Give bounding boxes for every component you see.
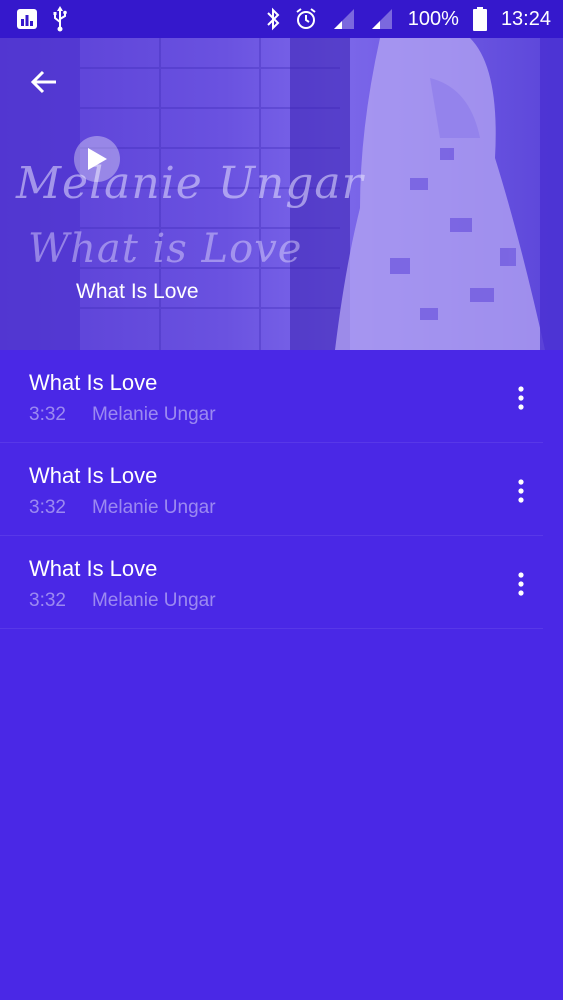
song-artist: Melanie Ungar bbox=[91, 590, 216, 611]
album-art-album-text: What is Love bbox=[28, 226, 303, 272]
status-bar-right: 100% 13:24 bbox=[266, 7, 551, 31]
song-meta: 3:32 Melanie Ungar bbox=[29, 404, 216, 426]
back-button[interactable] bbox=[26, 64, 62, 100]
clock: 13:24 bbox=[500, 8, 551, 30]
song-title: What Is Love bbox=[29, 556, 158, 581]
more-vert-icon bbox=[518, 572, 524, 596]
album-header: Melanie Ungar What is Love What Is Love bbox=[0, 38, 563, 350]
play-icon bbox=[88, 148, 107, 170]
song-duration: 3:32 bbox=[29, 497, 66, 518]
song-title: What Is Love bbox=[29, 463, 158, 488]
song-list-item[interactable]: What Is Love 3:32 Melanie Ungar bbox=[0, 350, 543, 443]
song-duration: 3:32 bbox=[29, 404, 66, 425]
song-artist: Melanie Ungar bbox=[91, 497, 216, 518]
song-duration: 3:32 bbox=[29, 590, 66, 611]
song-meta: 3:32 Melanie Ungar bbox=[29, 590, 216, 612]
song-list: What Is Love 3:32 Melanie Ungar What Is … bbox=[0, 350, 563, 629]
signal-icon bbox=[370, 8, 394, 30]
song-title: What Is Love bbox=[29, 370, 158, 395]
song-list-item[interactable]: What Is Love 3:32 Melanie Ungar bbox=[0, 536, 543, 629]
more-options-button[interactable] bbox=[503, 380, 539, 416]
album-art-artist-text: Melanie Ungar bbox=[16, 158, 364, 209]
status-bar-left bbox=[16, 6, 68, 32]
more-options-button[interactable] bbox=[503, 473, 539, 509]
stats-icon bbox=[16, 8, 38, 30]
battery-icon bbox=[472, 7, 487, 31]
alarm-icon bbox=[294, 7, 318, 31]
battery-percent: 100% bbox=[407, 8, 459, 30]
status-bar: 100% 13:24 bbox=[0, 0, 563, 38]
song-artist: Melanie Ungar bbox=[91, 404, 216, 425]
more-vert-icon bbox=[518, 386, 524, 410]
arrow-left-icon bbox=[30, 70, 56, 94]
signal-icon bbox=[332, 8, 356, 30]
song-list-item[interactable]: What Is Love 3:32 Melanie Ungar bbox=[0, 443, 543, 536]
usb-icon bbox=[52, 6, 68, 32]
album-title: What Is Love bbox=[76, 280, 199, 303]
song-meta: 3:32 Melanie Ungar bbox=[29, 497, 216, 519]
more-options-button[interactable] bbox=[503, 566, 539, 602]
play-button[interactable] bbox=[74, 136, 120, 182]
more-vert-icon bbox=[518, 479, 524, 503]
bluetooth-icon bbox=[266, 7, 280, 31]
